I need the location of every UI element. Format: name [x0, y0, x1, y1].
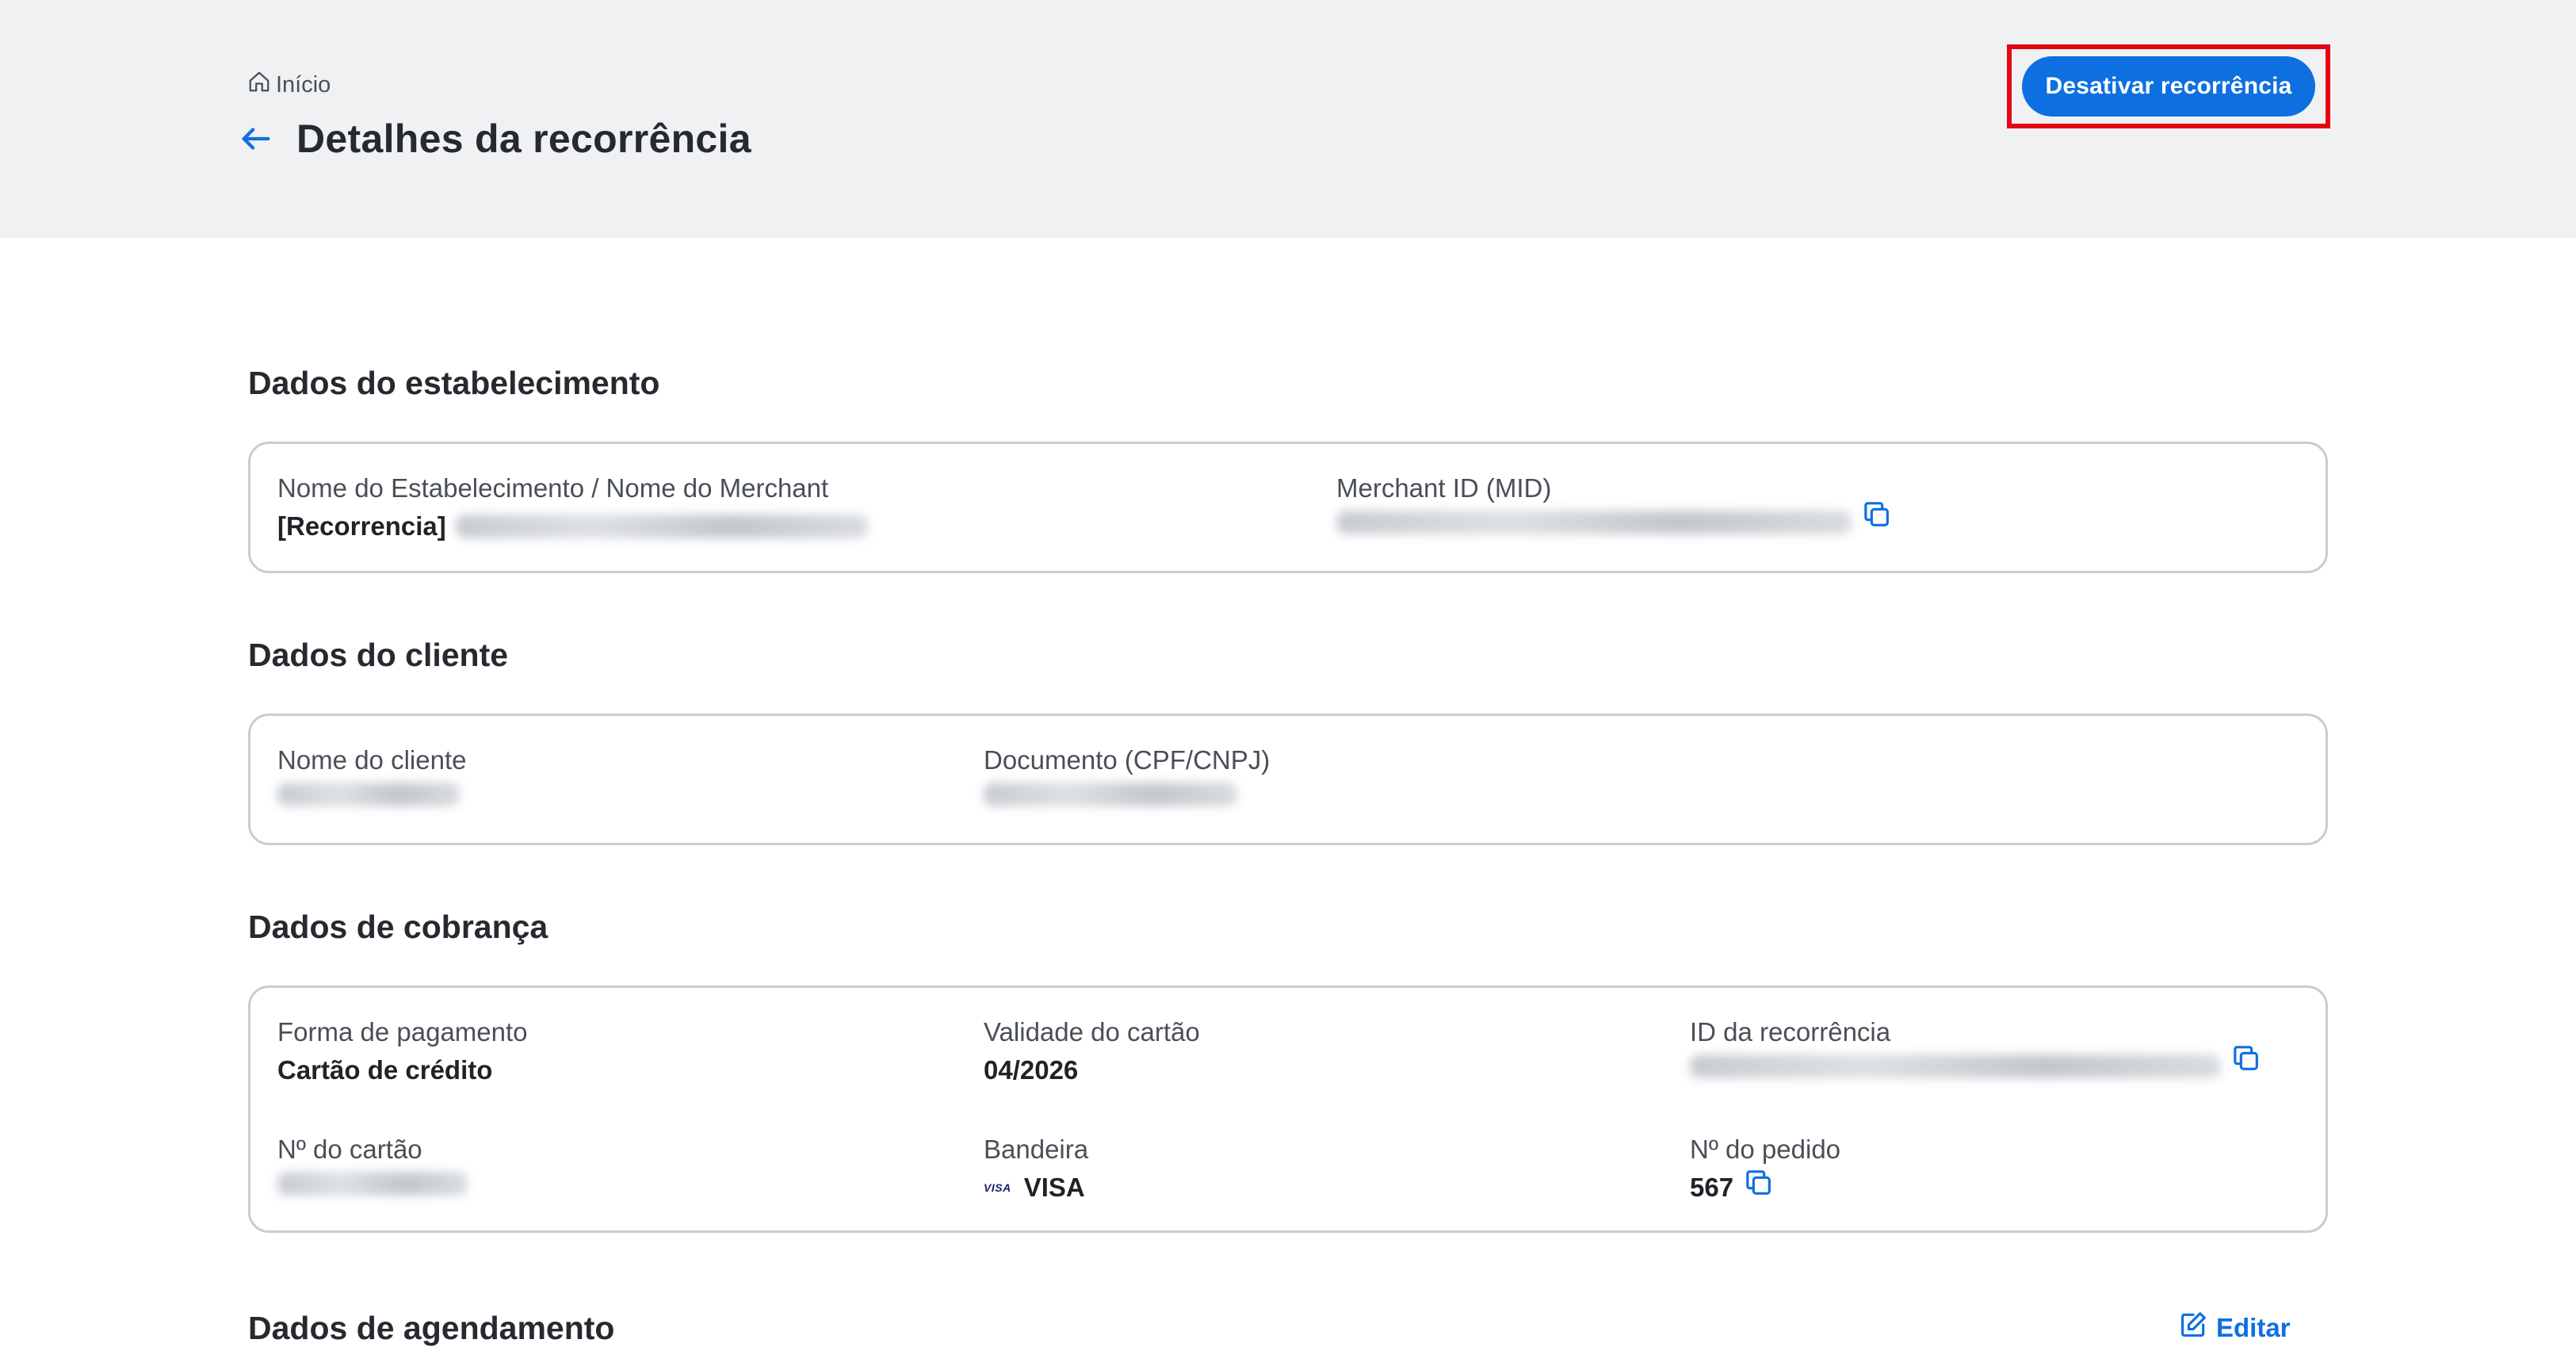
- card-validity-field: Validade do cartão 04/2026: [984, 1016, 1200, 1086]
- client-document-field: Documento (CPF/CNPJ): [984, 744, 1270, 806]
- arrow-left-icon[interactable]: [238, 121, 274, 157]
- deactivate-recurrence-button[interactable]: Desativar recorrência: [2022, 56, 2315, 117]
- visa-logo: VISA: [984, 1181, 1011, 1194]
- page-title: Detalhes da recorrência: [296, 117, 751, 161]
- client-document-redacted: [984, 783, 1237, 806]
- section-title-scheduling: Dados de agendamento: [248, 1310, 615, 1346]
- establishment-card: Nome do Estabelecimento / Nome do Mercha…: [248, 442, 2328, 573]
- card-brand-label: Bandeira: [984, 1135, 1089, 1164]
- edit-link-label[interactable]: Editar: [2216, 1313, 2291, 1343]
- order-number-label: Nº do pedido: [1690, 1135, 1841, 1164]
- establishment-name-prefix: [Recorrencia]: [277, 511, 446, 541]
- client-card: Nome do cliente Documento (CPF/CNPJ): [248, 714, 2328, 845]
- deactivate-button-highlight: Desativar recorrência: [2007, 44, 2330, 128]
- payment-method-field: Forma de pagamento Cartão de crédito: [277, 1016, 528, 1086]
- card-number-field: Nº do cartão: [277, 1134, 468, 1196]
- copy-icon[interactable]: [1743, 1167, 1775, 1199]
- order-number-field: Nº do pedido 567: [1690, 1134, 1840, 1203]
- establishment-name-redacted: [455, 515, 868, 538]
- edit-scheduling-link[interactable]: Editar: [2178, 1310, 2291, 1346]
- card-validity-label: Validade do cartão: [984, 1017, 1200, 1047]
- home-icon: [247, 70, 271, 100]
- breadcrumb[interactable]: Início: [247, 70, 331, 100]
- merchant-id-label: Merchant ID (MID): [1336, 473, 1552, 503]
- recurrence-id-field: ID da recorrência: [1690, 1016, 2262, 1078]
- card-number-label: Nº do cartão: [277, 1135, 422, 1164]
- client-name-redacted: [277, 783, 460, 806]
- breadcrumb-home-label[interactable]: Início: [276, 72, 331, 98]
- recurrence-id-redacted: [1690, 1054, 2221, 1078]
- client-document-label: Documento (CPF/CNPJ): [984, 745, 1271, 775]
- payment-method-value: Cartão de crédito: [277, 1055, 493, 1085]
- establishment-name-field: Nome do Estabelecimento / Nome do Mercha…: [277, 473, 868, 542]
- merchant-id-field: Merchant ID (MID): [1336, 473, 1893, 534]
- recurrence-id-label: ID da recorrência: [1690, 1017, 1891, 1047]
- edit-icon: [2178, 1310, 2208, 1346]
- page-header: Início Detalhes da recorrência Desativar…: [0, 0, 2576, 238]
- merchant-id-redacted: [1336, 511, 1852, 534]
- section-title-establishment: Dados do estabelecimento: [248, 365, 660, 401]
- card-brand-value: VISA: [1023, 1173, 1085, 1202]
- card-validity-value: 04/2026: [984, 1055, 1079, 1085]
- copy-icon[interactable]: [2230, 1043, 2262, 1074]
- establishment-name-label: Nome do Estabelecimento / Nome do Mercha…: [277, 473, 829, 503]
- payment-method-label: Forma de pagamento: [277, 1017, 528, 1047]
- client-name-label: Nome do cliente: [277, 745, 467, 775]
- order-number-value: 567: [1690, 1173, 1734, 1202]
- section-title-client: Dados do cliente: [248, 637, 509, 673]
- card-brand-field: Bandeira VISA VISA: [984, 1134, 1088, 1203]
- billing-card: Forma de pagamento Cartão de crédito Val…: [248, 985, 2328, 1233]
- client-name-field: Nome do cliente: [277, 744, 466, 806]
- card-number-redacted: [277, 1172, 468, 1196]
- section-title-billing: Dados de cobrança: [248, 909, 548, 945]
- copy-icon[interactable]: [1861, 499, 1893, 530]
